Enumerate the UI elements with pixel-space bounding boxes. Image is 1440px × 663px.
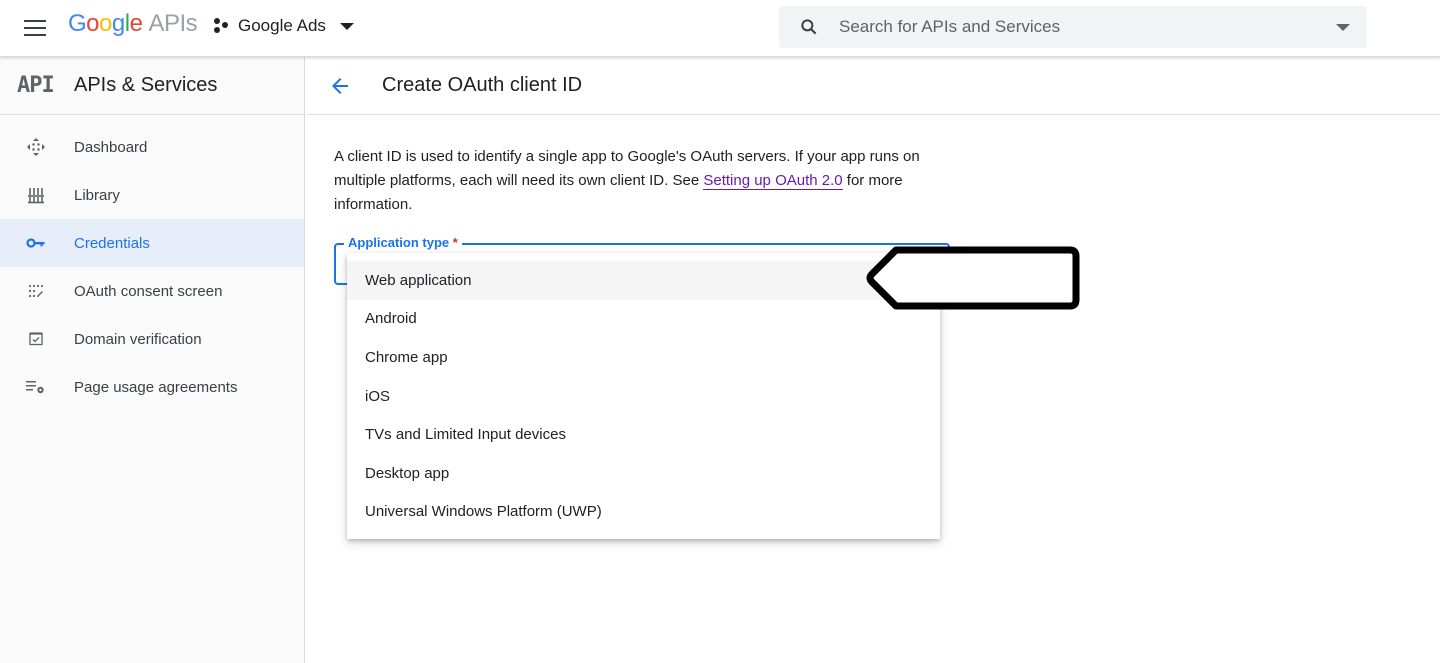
project-name: Google Ads bbox=[238, 16, 326, 35]
logo-letter: g bbox=[111, 10, 125, 37]
description: A client ID is used to identify a single… bbox=[334, 145, 954, 217]
sidebar-item-library[interactable]: Library bbox=[0, 171, 304, 219]
option-web-application[interactable]: Web application bbox=[347, 261, 940, 300]
search-input[interactable]: Search for APIs and Services bbox=[839, 17, 1336, 37]
search-bar[interactable]: Search for APIs and Services bbox=[779, 6, 1367, 48]
option-chrome-app[interactable]: Chrome app bbox=[347, 338, 940, 377]
list-settings-icon bbox=[0, 379, 74, 395]
chevron-down-icon bbox=[339, 22, 354, 30]
setting-up-oauth-link[interactable]: Setting up OAuth 2.0 bbox=[703, 172, 843, 190]
sidebar-item-oauth-consent-screen[interactable]: OAuth consent screen bbox=[0, 267, 304, 315]
sidebar-item-domain-verification[interactable]: Domain verification bbox=[0, 315, 304, 363]
top-bar: Google APIs Google Ads Search for APIs an… bbox=[0, 0, 1440, 57]
project-icon bbox=[213, 17, 231, 35]
back-button[interactable] bbox=[328, 74, 352, 98]
application-type-label: Application type * bbox=[344, 235, 462, 250]
sidebar-item-credentials[interactable]: Credentials bbox=[0, 219, 304, 267]
sidebar-header: API APIs & Services bbox=[0, 57, 304, 115]
project-selector[interactable]: Google Ads bbox=[213, 16, 354, 36]
sidebar-title: APIs & Services bbox=[74, 74, 218, 96]
sidebar-item-label: Credentials bbox=[74, 234, 150, 252]
logo-letter: o bbox=[99, 10, 112, 37]
arrow-back-icon bbox=[332, 77, 348, 94]
sidebar-item-label: Library bbox=[74, 186, 120, 204]
page-title: Create OAuth client ID bbox=[382, 74, 583, 96]
sidebar-item-dashboard[interactable]: Dashboard bbox=[0, 123, 304, 171]
option-uwp[interactable]: Universal Windows Platform (UWP) bbox=[347, 493, 940, 532]
sidebar: API APIs & Services Dashboard Library Cr… bbox=[0, 57, 305, 663]
hamburger-icon bbox=[24, 20, 46, 22]
hamburger-icon-line bbox=[24, 27, 46, 29]
option-desktop-app[interactable]: Desktop app bbox=[347, 454, 940, 493]
page-header: Create OAuth client ID bbox=[306, 57, 1440, 115]
logo-suffix: APIs bbox=[148, 10, 198, 37]
search-icon bbox=[779, 17, 839, 37]
google-apis-logo[interactable]: Google APIs bbox=[68, 10, 198, 38]
consent-icon bbox=[0, 283, 74, 299]
hamburger-icon-line bbox=[24, 34, 46, 36]
application-type-menu: Web application Android Chrome app iOS T… bbox=[347, 253, 940, 540]
logo-letter: e bbox=[129, 10, 143, 37]
sidebar-item-label: Dashboard bbox=[74, 138, 148, 156]
sidebar-item-label: Page usage agreements bbox=[74, 378, 238, 396]
annotation-arrow-icon bbox=[866, 244, 1082, 317]
option-ios[interactable]: iOS bbox=[347, 377, 940, 416]
sidebar-item-label: Domain verification bbox=[74, 330, 202, 348]
key-icon bbox=[0, 237, 74, 249]
logo-letter: o bbox=[86, 10, 100, 37]
checkbox-icon bbox=[0, 331, 74, 347]
option-tvs-limited-input[interactable]: TVs and Limited Input devices bbox=[347, 415, 940, 454]
main-menu-button[interactable] bbox=[24, 20, 48, 38]
required-marker: * bbox=[452, 235, 458, 250]
library-icon bbox=[0, 186, 74, 204]
dashboard-icon bbox=[0, 137, 74, 157]
sidebar-item-page-usage-agreements[interactable]: Page usage agreements bbox=[0, 363, 304, 411]
logo-letter: G bbox=[68, 10, 87, 37]
sidebar-item-label: OAuth consent screen bbox=[74, 282, 223, 300]
api-logo-icon: API bbox=[17, 73, 55, 98]
sidebar-nav: Dashboard Library Credentials OAuth cons… bbox=[0, 123, 304, 411]
field-label-text: Application type bbox=[348, 235, 450, 250]
option-android[interactable]: Android bbox=[347, 300, 940, 339]
search-dropdown-icon[interactable] bbox=[1336, 23, 1350, 31]
